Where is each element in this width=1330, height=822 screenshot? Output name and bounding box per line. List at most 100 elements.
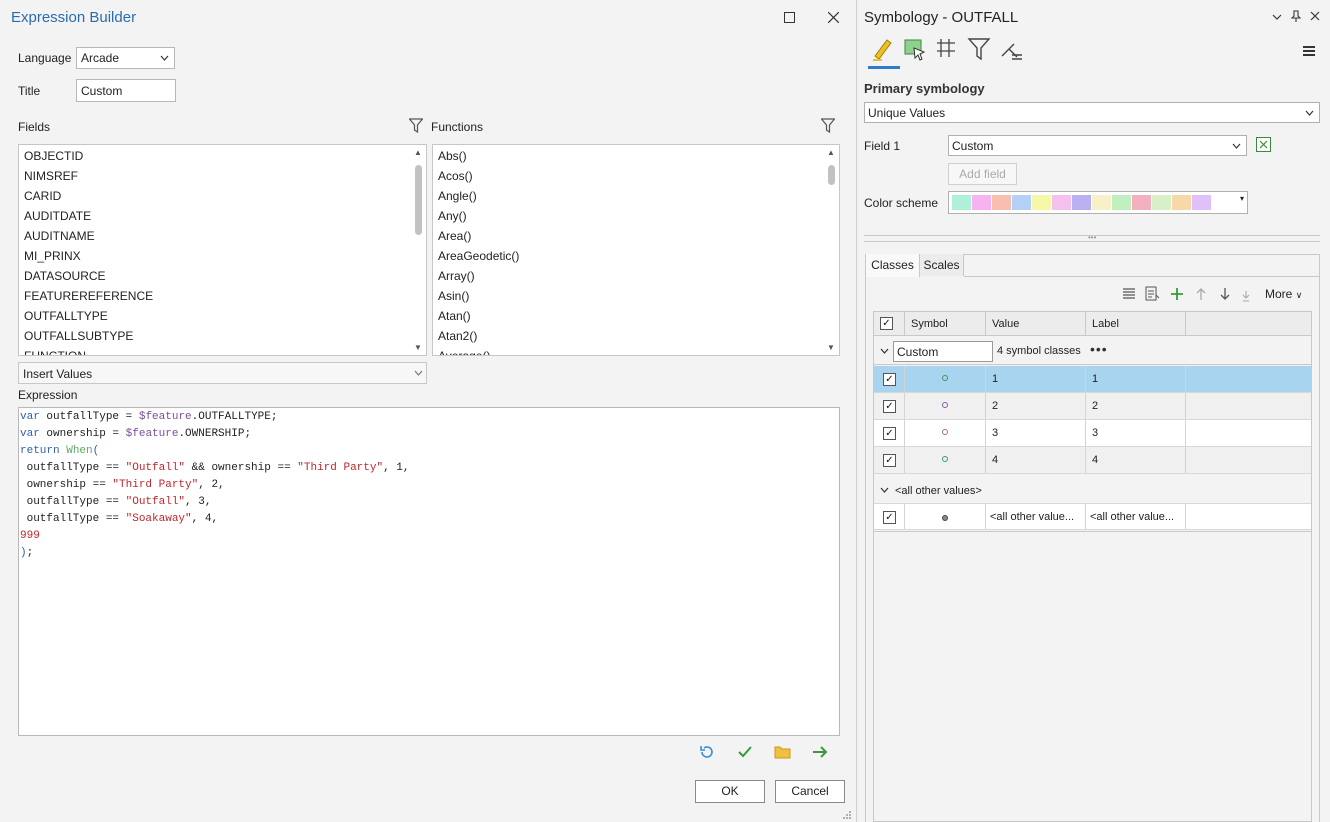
fields-scrollbar[interactable]: ▲ ▼ <box>412 145 426 355</box>
fields-filter-icon[interactable] <box>409 118 423 134</box>
list-item[interactable]: FUNCTION <box>19 346 426 355</box>
row-checkbox[interactable]: ✓ <box>883 511 896 524</box>
language-select[interactable]: Arcade <box>76 47 175 69</box>
list-item[interactable]: Area() <box>433 226 839 246</box>
table-row[interactable]: ✓ 4 4 <box>874 447 1311 474</box>
value-cell[interactable]: <all other value... <box>986 504 1086 529</box>
value-cell[interactable]: 1 <box>986 366 1086 392</box>
resize-grip-icon[interactable] <box>842 810 852 820</box>
close-icon[interactable] <box>1310 11 1320 21</box>
history-icon[interactable] <box>699 744 715 760</box>
table-row-other[interactable]: ✓ <all other value... <all other value..… <box>874 503 1311 530</box>
symbol-layer-drawing-icon[interactable] <box>934 36 960 62</box>
properties-icon[interactable] <box>1145 286 1160 302</box>
col-label[interactable]: Label <box>1086 312 1186 335</box>
add-icon[interactable] <box>1170 287 1184 301</box>
vary-symbology-icon[interactable] <box>902 36 928 62</box>
row-checkbox[interactable]: ✓ <box>883 400 896 413</box>
symbol-cell[interactable] <box>905 393 986 419</box>
move-down-icon[interactable] <box>1219 287 1231 301</box>
list-item[interactable]: AUDITDATE <box>19 206 426 226</box>
scroll-up-icon[interactable]: ▲ <box>827 148 835 157</box>
move-up-icon[interactable] <box>1195 287 1207 301</box>
maximize-button[interactable] <box>778 6 800 28</box>
field1-select[interactable]: Custom <box>948 135 1247 156</box>
scroll-down-icon[interactable]: ▼ <box>414 343 422 352</box>
label-cell[interactable]: 1 <box>1086 366 1186 392</box>
col-value[interactable]: Value <box>986 312 1086 335</box>
value-cell[interactable]: 2 <box>986 393 1086 419</box>
filter-icon[interactable] <box>966 36 992 62</box>
list-item[interactable]: OBJECTID <box>19 146 426 166</box>
value-cell[interactable]: 3 <box>986 420 1086 446</box>
functions-list[interactable]: Abs() Acos() Angle() Any() Area() AreaGeodeti… <box>432 144 840 356</box>
list-item[interactable]: Average() <box>433 346 839 355</box>
symbol-cell[interactable] <box>905 366 986 392</box>
list-view-icon[interactable] <box>1122 287 1136 301</box>
pin-icon[interactable] <box>1291 10 1301 22</box>
row-checkbox[interactable]: ✓ <box>883 454 896 467</box>
expression-icon[interactable] <box>1256 137 1271 152</box>
symbol-cell[interactable] <box>905 504 986 529</box>
fields-list[interactable]: OBJECTID NIMSREF CARID AUDITDATE AUDITNAME MI… <box>18 144 427 356</box>
color-scheme-select[interactable]: ▾ <box>948 191 1248 214</box>
advanced-symbology-icon[interactable] <box>998 36 1024 62</box>
list-item[interactable]: OUTFALLTYPE <box>19 306 426 326</box>
scroll-thumb[interactable] <box>415 165 422 235</box>
row-checkbox[interactable]: ✓ <box>883 373 896 386</box>
list-item[interactable]: FEATUREREFERENCE <box>19 286 426 306</box>
expression-editor[interactable]: var outfallType = $feature.OUTFALLTYPE; … <box>18 407 840 736</box>
list-item[interactable]: Atan() <box>433 306 839 326</box>
select-all-cell[interactable]: ✓ <box>874 312 905 335</box>
tab-classes[interactable]: Classes <box>866 254 920 277</box>
point-symbol-icon[interactable] <box>942 515 948 521</box>
menu-icon[interactable] <box>1302 44 1316 58</box>
table-row[interactable]: ✓ 1 1 <box>874 366 1311 393</box>
symbol-cell[interactable] <box>905 420 986 446</box>
list-item[interactable]: CARID <box>19 186 426 206</box>
tab-scales[interactable]: Scales <box>920 254 964 276</box>
functions-filter-icon[interactable] <box>821 118 835 134</box>
point-symbol-icon[interactable] <box>942 456 948 462</box>
list-item[interactable]: Any() <box>433 206 839 226</box>
insert-values-dropdown[interactable]: Insert Values <box>18 362 427 384</box>
list-item[interactable]: Array() <box>433 266 839 286</box>
list-item[interactable]: DATASOURCE <box>19 266 426 286</box>
close-button[interactable] <box>822 6 844 28</box>
scroll-thumb[interactable] <box>828 165 835 185</box>
list-item[interactable]: Acos() <box>433 166 839 186</box>
point-symbol-icon[interactable] <box>942 429 948 435</box>
list-item[interactable]: Asin() <box>433 286 839 306</box>
label-cell[interactable]: 2 <box>1086 393 1186 419</box>
table-row[interactable]: ✓ 2 2 <box>874 393 1311 420</box>
list-item[interactable]: Abs() <box>433 146 839 166</box>
add-field-button[interactable]: Add field <box>948 163 1017 185</box>
select-all-checkbox[interactable]: ✓ <box>880 317 893 330</box>
group-options-icon[interactable]: ••• <box>1090 342 1108 356</box>
list-item[interactable]: AreaGeodetic() <box>433 246 839 266</box>
collapse-chevron-icon[interactable] <box>880 486 889 494</box>
list-item[interactable]: OUTFALLSUBTYPE <box>19 326 426 346</box>
group-name-input[interactable]: Custom <box>893 341 993 362</box>
col-symbol[interactable]: Symbol <box>905 312 986 335</box>
list-item[interactable]: NIMSREF <box>19 166 426 186</box>
list-item[interactable]: AUDITNAME <box>19 226 426 246</box>
renderer-select[interactable]: Unique Values <box>864 102 1320 123</box>
label-cell[interactable]: <all other value... <box>1086 504 1186 529</box>
label-cell[interactable]: 4 <box>1086 447 1186 473</box>
functions-scrollbar[interactable]: ▲ ▼ <box>825 145 839 355</box>
move-bottom-icon[interactable] <box>1241 290 1251 302</box>
scroll-down-icon[interactable]: ▼ <box>827 343 835 352</box>
ok-button[interactable]: OK <box>695 780 765 803</box>
chevron-down-icon[interactable] <box>1272 12 1282 22</box>
arrow-right-icon[interactable] <box>812 744 829 760</box>
value-cell[interactable]: 4 <box>986 447 1086 473</box>
open-folder-icon[interactable] <box>774 744 792 760</box>
list-item[interactable]: Atan2() <box>433 326 839 346</box>
primary-symbology-icon[interactable] <box>870 36 896 62</box>
cancel-button[interactable]: Cancel <box>775 780 845 803</box>
symbol-cell[interactable] <box>905 447 986 473</box>
list-item[interactable]: MI_PRINX <box>19 246 426 266</box>
more-menu[interactable]: More ∨ <box>1265 287 1302 301</box>
point-symbol-icon[interactable] <box>942 375 948 381</box>
